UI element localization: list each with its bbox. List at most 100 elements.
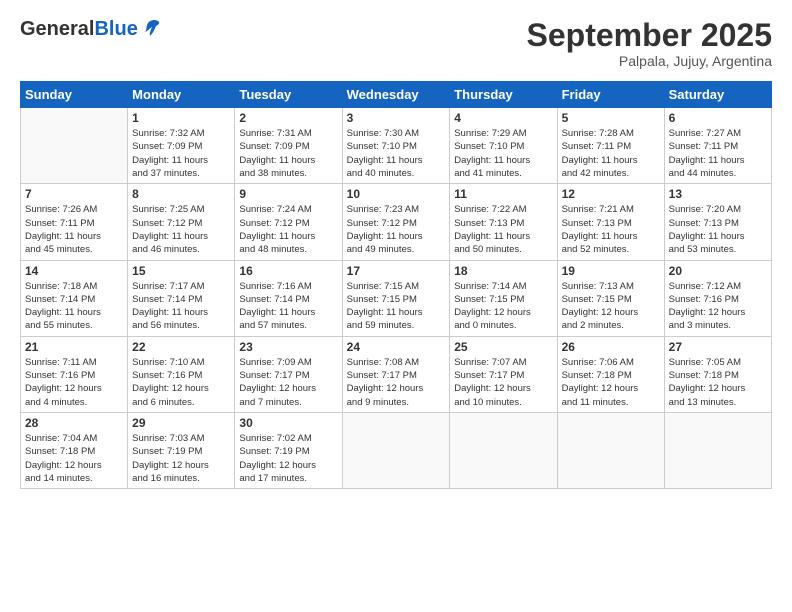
- header-sunday: Sunday: [21, 82, 128, 108]
- calendar-cell: 10Sunrise: 7:23 AMSunset: 7:12 PMDayligh…: [342, 184, 450, 260]
- calendar-cell: 1Sunrise: 7:32 AMSunset: 7:09 PMDaylight…: [128, 108, 235, 184]
- day-info: Sunrise: 7:07 AMSunset: 7:17 PMDaylight:…: [454, 356, 552, 409]
- month-year: September 2025: [527, 18, 772, 53]
- day-info: Sunrise: 7:04 AMSunset: 7:18 PMDaylight:…: [25, 432, 123, 485]
- title-block: September 2025 Palpala, Jujuy, Argentina: [527, 18, 772, 69]
- logo: GeneralBlue: [20, 18, 162, 40]
- day-info: Sunrise: 7:24 AMSunset: 7:12 PMDaylight:…: [239, 203, 337, 256]
- page: GeneralBlue September 2025 Palpala, Juju…: [0, 0, 792, 612]
- header-friday: Friday: [557, 82, 664, 108]
- calendar-cell: 23 Sunrise: 7:09 AMSunset: 7:17 PMDayligh…: [235, 336, 342, 412]
- calendar-header-row: Sunday Monday Tuesday Wednesday Thursday…: [21, 82, 772, 108]
- day-number: 20: [669, 264, 767, 278]
- day-number: 13: [669, 187, 767, 201]
- calendar-cell: 8Sunrise: 7:25 AMSunset: 7:12 PMDaylight…: [128, 184, 235, 260]
- day-number: 28: [25, 416, 123, 430]
- day-info: Sunrise: 7:22 AMSunset: 7:13 PMDaylight:…: [454, 203, 552, 256]
- day-info: Sunrise: 7:28 AMSunset: 7:11 PMDaylight:…: [562, 127, 660, 180]
- day-number: 6: [669, 111, 767, 125]
- calendar-cell: 14 Sunrise: 7:18 AMSunset: 7:14 PMDayligh…: [21, 260, 128, 336]
- day-number: 11: [454, 187, 552, 201]
- calendar-cell: [21, 108, 128, 184]
- calendar-cell: 24 Sunrise: 7:08 AMSunset: 7:17 PMDayligh…: [342, 336, 450, 412]
- day-number: 7: [25, 187, 123, 201]
- day-number: 2: [239, 111, 337, 125]
- calendar-cell: 18 Sunrise: 7:14 AMSunset: 7:15 PMDayligh…: [450, 260, 557, 336]
- calendar-week-2: 7 Sunrise: 7:26 AMSunset: 7:11 PMDaylight…: [21, 184, 772, 260]
- day-info: Sunrise: 7:27 AMSunset: 7:11 PMDaylight:…: [669, 127, 767, 180]
- day-info: Sunrise: 7:20 AMSunset: 7:13 PMDaylight:…: [669, 203, 767, 256]
- calendar-cell: 30Sunrise: 7:02 AMSunset: 7:19 PMDayligh…: [235, 412, 342, 488]
- calendar-cell: 21 Sunrise: 7:11 AMSunset: 7:16 PMDayligh…: [21, 336, 128, 412]
- calendar-cell: [342, 412, 450, 488]
- day-info: Sunrise: 7:06 AMSunset: 7:18 PMDaylight:…: [562, 356, 660, 409]
- calendar-cell: 11 Sunrise: 7:22 AMSunset: 7:13 PMDayligh…: [450, 184, 557, 260]
- calendar-cell: 16Sunrise: 7:16 AMSunset: 7:14 PMDayligh…: [235, 260, 342, 336]
- day-number: 25: [454, 340, 552, 354]
- day-info: Sunrise: 7:32 AMSunset: 7:09 PMDaylight:…: [132, 127, 230, 180]
- calendar-cell: 3 Sunrise: 7:30 AMSunset: 7:10 PMDaylight…: [342, 108, 450, 184]
- day-info: Sunrise: 7:17 AMSunset: 7:14 PMDaylight:…: [132, 280, 230, 333]
- calendar-cell: 22 Sunrise: 7:10 AMSunset: 7:16 PMDayligh…: [128, 336, 235, 412]
- calendar-cell: [450, 412, 557, 488]
- day-info: Sunrise: 7:16 AMSunset: 7:14 PMDaylight:…: [239, 280, 337, 333]
- calendar-cell: 6 Sunrise: 7:27 AMSunset: 7:11 PMDaylight…: [664, 108, 771, 184]
- day-info: Sunrise: 7:11 AMSunset: 7:16 PMDaylight:…: [25, 356, 123, 409]
- calendar-cell: 20 Sunrise: 7:12 AMSunset: 7:16 PMDayligh…: [664, 260, 771, 336]
- day-number: 5: [562, 111, 660, 125]
- calendar-cell: 4Sunrise: 7:29 AMSunset: 7:10 PMDaylight…: [450, 108, 557, 184]
- day-number: 14: [25, 264, 123, 278]
- day-number: 15: [132, 264, 230, 278]
- calendar-cell: [664, 412, 771, 488]
- calendar-cell: 19Sunrise: 7:13 AMSunset: 7:15 PMDayligh…: [557, 260, 664, 336]
- calendar-cell: 2 Sunrise: 7:31 AMSunset: 7:09 PMDaylight…: [235, 108, 342, 184]
- day-info: Sunrise: 7:26 AMSunset: 7:11 PMDaylight:…: [25, 203, 123, 256]
- day-info: Sunrise: 7:03 AMSunset: 7:19 PMDaylight:…: [132, 432, 230, 485]
- day-number: 12: [562, 187, 660, 201]
- day-info: Sunrise: 7:08 AMSunset: 7:17 PMDaylight:…: [347, 356, 446, 409]
- header-thursday: Thursday: [450, 82, 557, 108]
- calendar-cell: 13 Sunrise: 7:20 AMSunset: 7:13 PMDayligh…: [664, 184, 771, 260]
- day-info: Sunrise: 7:09 AMSunset: 7:17 PMDaylight:…: [239, 356, 337, 409]
- day-number: 23: [239, 340, 337, 354]
- calendar-cell: 15 Sunrise: 7:17 AMSunset: 7:14 PMDayligh…: [128, 260, 235, 336]
- day-number: 8: [132, 187, 230, 201]
- day-info: Sunrise: 7:31 AMSunset: 7:09 PMDaylight:…: [239, 127, 337, 180]
- calendar-cell: 28 Sunrise: 7:04 AMSunset: 7:18 PMDayligh…: [21, 412, 128, 488]
- day-info: Sunrise: 7:15 AMSunset: 7:15 PMDaylight:…: [347, 280, 446, 333]
- calendar-cell: 12Sunrise: 7:21 AMSunset: 7:13 PMDayligh…: [557, 184, 664, 260]
- day-number: 18: [454, 264, 552, 278]
- calendar-cell: 27Sunrise: 7:05 AMSunset: 7:18 PMDayligh…: [664, 336, 771, 412]
- header-saturday: Saturday: [664, 82, 771, 108]
- day-number: 3: [347, 111, 446, 125]
- day-info: Sunrise: 7:29 AMSunset: 7:10 PMDaylight:…: [454, 127, 552, 180]
- calendar-week-4: 21 Sunrise: 7:11 AMSunset: 7:16 PMDayligh…: [21, 336, 772, 412]
- header: GeneralBlue September 2025 Palpala, Juju…: [20, 18, 772, 69]
- calendar-cell: 29Sunrise: 7:03 AMSunset: 7:19 PMDayligh…: [128, 412, 235, 488]
- day-number: 26: [562, 340, 660, 354]
- day-number: 10: [347, 187, 446, 201]
- calendar-week-5: 28 Sunrise: 7:04 AMSunset: 7:18 PMDayligh…: [21, 412, 772, 488]
- day-info: Sunrise: 7:30 AMSunset: 7:10 PMDaylight:…: [347, 127, 446, 180]
- day-number: 24: [347, 340, 446, 354]
- day-info: Sunrise: 7:12 AMSunset: 7:16 PMDaylight:…: [669, 280, 767, 333]
- calendar-cell: 26 Sunrise: 7:06 AMSunset: 7:18 PMDayligh…: [557, 336, 664, 412]
- header-tuesday: Tuesday: [235, 82, 342, 108]
- day-number: 30: [239, 416, 337, 430]
- calendar-cell: 17Sunrise: 7:15 AMSunset: 7:15 PMDayligh…: [342, 260, 450, 336]
- logo-blue: Blue: [94, 18, 137, 40]
- calendar-week-1: 1Sunrise: 7:32 AMSunset: 7:09 PMDaylight…: [21, 108, 772, 184]
- calendar: Sunday Monday Tuesday Wednesday Thursday…: [20, 81, 772, 489]
- day-info: Sunrise: 7:14 AMSunset: 7:15 PMDaylight:…: [454, 280, 552, 333]
- calendar-cell: 9Sunrise: 7:24 AMSunset: 7:12 PMDaylight…: [235, 184, 342, 260]
- day-number: 19: [562, 264, 660, 278]
- location: Palpala, Jujuy, Argentina: [527, 53, 772, 69]
- header-wednesday: Wednesday: [342, 82, 450, 108]
- calendar-cell: 7 Sunrise: 7:26 AMSunset: 7:11 PMDaylight…: [21, 184, 128, 260]
- day-info: Sunrise: 7:10 AMSunset: 7:16 PMDaylight:…: [132, 356, 230, 409]
- day-number: 21: [25, 340, 123, 354]
- day-info: Sunrise: 7:18 AMSunset: 7:14 PMDaylight:…: [25, 280, 123, 333]
- header-monday: Monday: [128, 82, 235, 108]
- calendar-cell: 25 Sunrise: 7:07 AMSunset: 7:17 PMDayligh…: [450, 336, 557, 412]
- day-number: 22: [132, 340, 230, 354]
